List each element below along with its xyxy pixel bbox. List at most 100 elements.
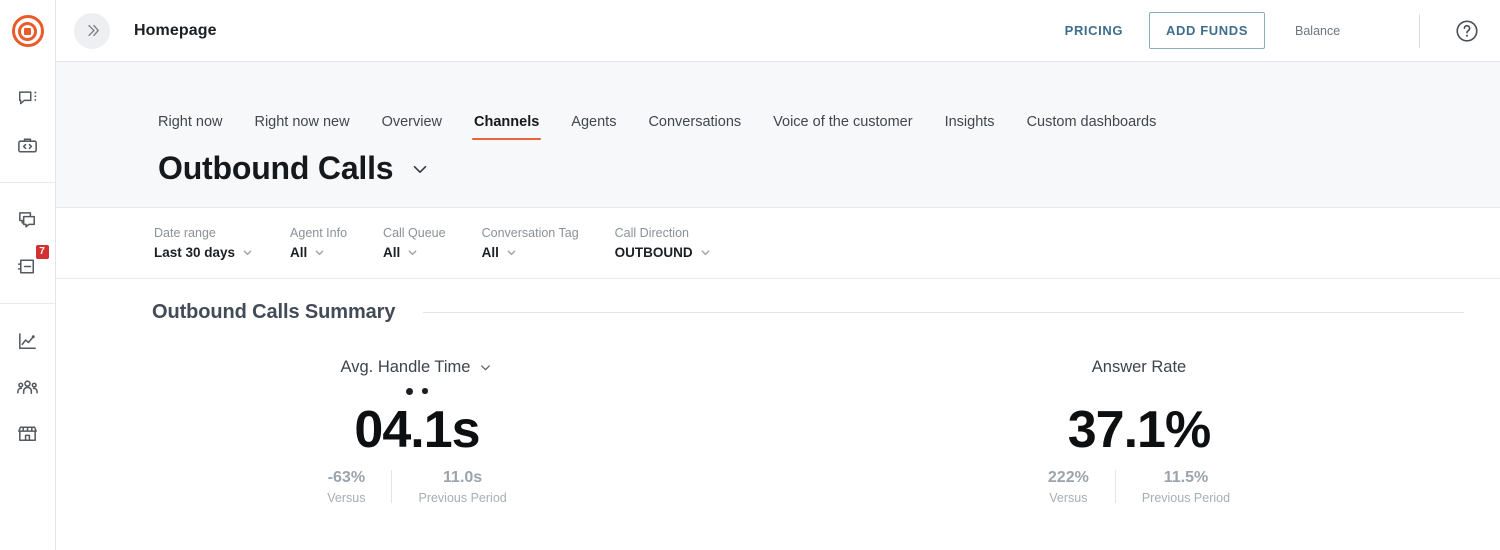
kpi-value: 37.1%	[1067, 401, 1211, 459]
chevron-down-icon	[699, 246, 712, 259]
chevron-down-icon	[505, 246, 518, 259]
tab-right-now[interactable]: Right now	[158, 114, 222, 140]
dashboard-tabs: Right now Right now new Overview Channel…	[100, 62, 1500, 140]
kpi-metric-selector[interactable]: Avg. Handle Time	[341, 358, 494, 377]
filter-value-text: All	[290, 245, 308, 260]
kpi-page-dots[interactable]	[406, 383, 428, 399]
chevron-down-icon	[409, 158, 431, 180]
people-group-icon	[17, 379, 38, 394]
rail-item-chat-bubble-menu[interactable]	[6, 76, 50, 122]
summary-heading: Outbound Calls Summary	[152, 301, 396, 323]
tab-overview[interactable]: Overview	[382, 114, 442, 140]
line-chart-icon	[19, 332, 36, 349]
sidebar-expand-button[interactable]	[74, 12, 110, 49]
dashboard-selector[interactable]: Outbound Calls	[158, 150, 431, 187]
kpi-metric-name: Avg. Handle Time	[340, 358, 471, 376]
rail-badge-count: 7	[35, 245, 49, 259]
filter-call-queue-dropdown[interactable]: All	[383, 245, 419, 260]
kpi-metric-name-wrap: Answer Rate	[1092, 358, 1186, 377]
kpi-card-answer-rate: Answer Rate 37.1% 222% Versus 11.5% Prev…	[778, 358, 1500, 505]
tab-insights[interactable]: Insights	[945, 114, 995, 140]
rail-item-briefcase-code[interactable]	[6, 122, 50, 168]
rail-group-primary	[0, 62, 55, 182]
chevron-down-icon	[313, 246, 326, 259]
filter-conversation-tag-dropdown[interactable]: All	[482, 245, 518, 260]
top-bar: Homepage PRICING ADD FUNDS Balance	[56, 0, 1500, 62]
filter-value-text: All	[481, 245, 499, 260]
storefront-icon	[18, 426, 37, 441]
double-chevron-right-icon	[87, 24, 99, 37]
tab-conversations[interactable]: Conversations	[648, 114, 741, 140]
kpi-value: 04.1s	[354, 401, 480, 459]
rail-item-storefront[interactable]	[6, 410, 50, 456]
help-button[interactable]	[1454, 18, 1480, 44]
rail-item-people-group[interactable]	[6, 364, 50, 410]
kpi-previous-value: 11.5%	[1163, 468, 1209, 486]
filter-label: Conversation Tag	[481, 226, 579, 240]
summary-divider	[423, 312, 1464, 313]
balance-display: Balance	[1295, 24, 1413, 38]
filter-value-text: All	[383, 245, 401, 260]
chat-bubble-menu-icon	[18, 91, 36, 105]
pricing-link[interactable]: PRICING	[1055, 17, 1133, 44]
kpi-versus-value: 222%	[1047, 468, 1089, 486]
main-area: Homepage PRICING ADD FUNDS Balance Right…	[56, 0, 1500, 550]
filter-call-direction: Call Direction OUTBOUND	[615, 226, 712, 262]
filter-call-direction-dropdown[interactable]: OUTBOUND	[615, 245, 712, 260]
tab-voice-of-the-customer[interactable]: Voice of the customer	[773, 114, 912, 140]
rail-item-archive-chat[interactable]: 7	[6, 243, 50, 289]
filter-agent-info-dropdown[interactable]: All	[290, 245, 326, 260]
dashboard-title: Outbound Calls	[158, 150, 394, 186]
filter-label: Date range	[154, 226, 216, 240]
kpi-versus-label: Versus	[1049, 491, 1088, 506]
tab-channels[interactable]: Channels	[472, 114, 542, 140]
summary-section: Outbound Calls Summary Avg. Handle Time	[56, 279, 1500, 550]
kpi-previous-label: Previous Period	[418, 491, 507, 506]
chevron-down-icon	[406, 246, 419, 259]
rail-item-stacked-chats[interactable]	[6, 197, 50, 243]
bullseye-logo	[11, 15, 44, 47]
kpi-previous-label: Previous Period	[1141, 491, 1231, 506]
rail-item-line-chart[interactable]	[6, 318, 50, 364]
top-bar-actions: PRICING ADD FUNDS Balance	[1055, 12, 1480, 49]
kpi-versus: -63% Versus	[301, 468, 391, 506]
stacked-chats-icon	[19, 211, 35, 227]
filter-conversation-tag: Conversation Tag All	[482, 226, 579, 262]
kpi-versus-value: -63%	[327, 468, 366, 486]
app-root: 7 Homepage PRICING ADD FUNDS Balance Rig…	[0, 0, 1500, 550]
toolbar-divider	[1419, 13, 1420, 48]
rail-group-analytics	[0, 303, 55, 470]
add-funds-button[interactable]: ADD FUNDS	[1149, 12, 1265, 49]
app-logo[interactable]	[0, 0, 55, 62]
rail-group-conversations: 7	[0, 182, 55, 303]
briefcase-code-icon	[18, 138, 37, 152]
chevron-down-icon	[478, 360, 493, 375]
tab-agents[interactable]: Agents	[571, 114, 616, 140]
filter-label: Call Queue	[383, 226, 446, 240]
chevron-down-icon	[241, 246, 254, 259]
bullseye-logo-core	[24, 27, 31, 35]
kpi-comparison: 222% Versus 11.5% Previous Period	[1022, 468, 1256, 506]
content-area: Right now Right now new Overview Channel…	[56, 62, 1500, 550]
kpi-previous-value: 11.0s	[443, 468, 483, 486]
kpi-versus: 222% Versus	[1022, 468, 1115, 506]
filter-date-range-dropdown[interactable]: Last 30 days	[154, 245, 254, 260]
bullseye-logo-ring	[18, 21, 37, 41]
page-dot-active[interactable]	[406, 387, 414, 395]
dashboard-title-block: Outbound Calls	[56, 140, 1500, 207]
page-dot[interactable]	[422, 388, 428, 394]
kpi-comparison: -63% Versus 11.0s Previous Period	[301, 468, 532, 506]
tab-custom-dashboards[interactable]: Custom dashboards	[1027, 114, 1157, 140]
tab-right-now-new[interactable]: Right now new	[254, 114, 349, 140]
filter-agent-info: Agent Info All	[290, 226, 347, 262]
page-title: Homepage	[134, 21, 217, 39]
balance-label: Balance	[1295, 23, 1341, 38]
left-nav-rail: 7	[0, 0, 56, 550]
dashboard-tabs-wrap: Right now Right now new Overview Channel…	[56, 62, 1500, 140]
filter-value-text: Last 30 days	[154, 245, 236, 260]
kpi-card-avg-handle-time: Avg. Handle Time 04.1s -63% Versus 11.0s…	[56, 358, 778, 505]
filter-bar: Date range Last 30 days Agent Info All C…	[56, 207, 1500, 279]
filter-label: Call Direction	[614, 226, 689, 240]
filter-label: Agent Info	[290, 226, 348, 240]
summary-header: Outbound Calls Summary	[56, 301, 1500, 324]
